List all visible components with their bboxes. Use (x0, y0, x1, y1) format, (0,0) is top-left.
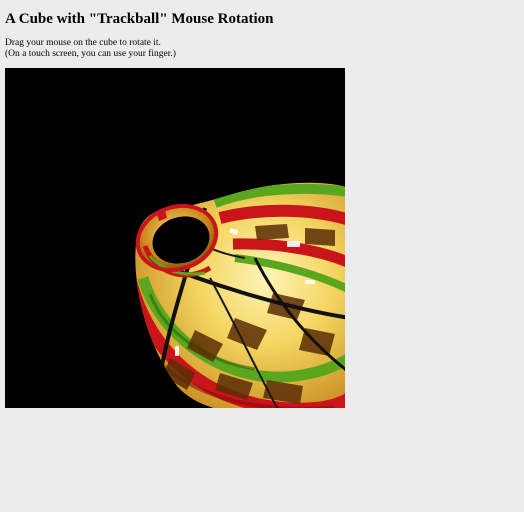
rendered-object (135, 182, 345, 408)
webgl-canvas[interactable] (5, 68, 345, 408)
page-title: A Cube with "Trackball" Mouse Rotation (5, 11, 274, 27)
instructions: Drag your mouse on the cube to rotate it… (5, 38, 176, 60)
instruction-line-1: Drag your mouse on the cube to rotate it… (5, 38, 161, 48)
instruction-line-2: (On a touch screen, you can use your fin… (5, 49, 176, 59)
